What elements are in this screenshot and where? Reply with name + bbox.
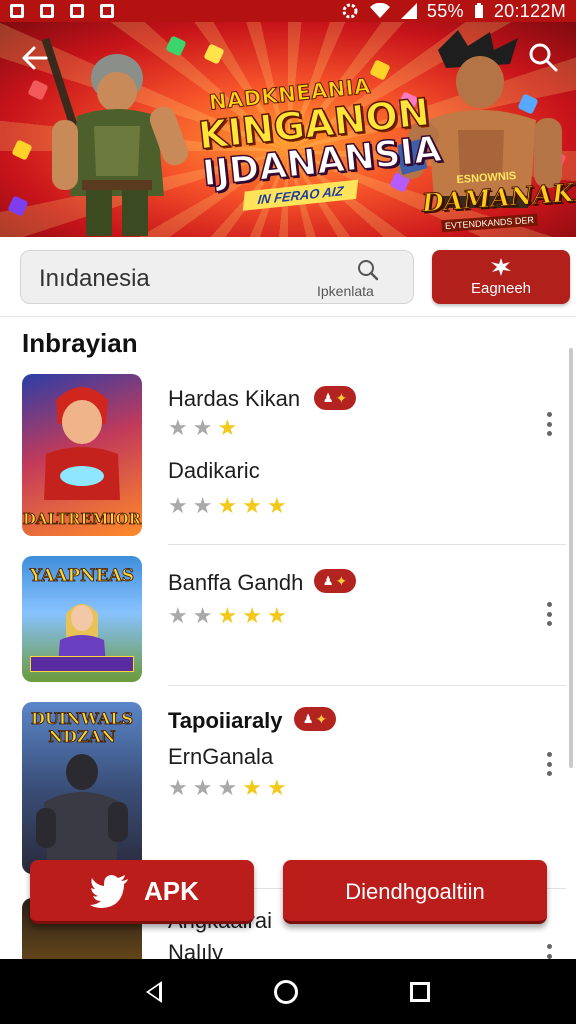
app-name: Hardas Kikan [168,386,301,411]
calendar-icon [70,4,84,18]
thumbnail-banner-strip [30,656,134,672]
download-button-label: Diendhgoaltiin [345,879,485,904]
app-badge: ♟ ✦ [314,386,356,410]
wifi-icon [369,3,390,18]
app-badge: ♟ ✦ [294,707,336,731]
row-divider [168,685,566,686]
app-name: Tapoiiaraly [168,708,283,733]
banner-game-logo: ESNOWNIS DAMANAKIA EVTENDKANDS DER [420,167,576,235]
banner-search-button[interactable] [526,40,560,74]
image-icon [40,4,54,18]
signal-icon [400,3,417,19]
settings-icon [342,3,358,19]
app-subtitle: ErnGanala [168,744,274,769]
rating-stars: ★ ★ ★ [168,418,237,440]
section-title: Inbrayian [22,328,138,358]
arrow-left-icon [22,46,48,70]
star-icon: ★ [242,604,262,629]
search-icon [529,43,558,72]
nav-back-icon[interactable] [146,980,162,1003]
nav-recents-icon[interactable] [410,981,430,1002]
app-thumbnail[interactable]: YAAPNEAS [22,556,142,682]
battery-percent: 55% [426,0,464,21]
battery-icon [474,3,483,18]
star-icon: ★ [192,416,213,441]
badge-sparkle-icon: ✦ [315,710,328,727]
list-item[interactable]: DUINWALS NDZAN Tapoiiaraly ♟ ✦ ErnGanala … [0,702,576,889]
badge-person-icon: ♟ [322,574,334,588]
star-icon: ★ [168,416,188,441]
sim-icon [100,4,114,18]
twitter-bird-icon [90,875,128,908]
list-item[interactable]: YAAPNEAS Banffa Gandh ♟ ✦ ★ ★ ★ ★ ★ [0,556,576,688]
badge-sparkle-icon: ✦ [335,572,348,589]
star-icon: ★ [266,494,287,519]
row-divider [168,544,566,545]
thumbnail-caption: DUINWALS NDZAN [30,709,134,746]
search-row: Inıdanesia Ipkenlata Eagneeh [0,237,576,317]
character-portrait [58,604,106,664]
system-nav-bar [0,959,576,1024]
status-bar-notification-icons [10,4,114,18]
star-burst-icon [491,258,511,276]
star-icon: ★ [266,604,287,629]
search-hint: Ipkenlata [317,283,374,299]
star-icon: ★ [192,494,213,519]
filter-action-label: Eagneeh [470,280,532,297]
star-icon: ★ [217,604,238,629]
app-thumbnail[interactable]: DUINWALS NDZAN [22,702,142,874]
download-button[interactable]: Diendhgoaltiin [283,860,547,924]
thumbnail-caption: DALTREMIOR [22,510,142,529]
hero-banner[interactable]: NADKNEANIA KINGANON IJDANANSIA IN FERAO … [0,22,576,237]
rating-stars: ★ ★ ★ ★ ★ [168,496,287,518]
clock: 20:122M [493,0,566,21]
more-options-icon[interactable] [544,412,554,436]
app-screen: 55% 20:122M NADKNEANIA KINGANON IJDANANS… [0,0,576,1024]
star-icon: ★ [168,604,188,629]
star-icon: ★ [266,776,287,801]
app-badge: ♟ ✦ [314,569,356,593]
rating-stars: ★ ★ ★ ★ ★ [168,778,287,800]
character-portrait [36,754,128,872]
character-portrait [44,387,120,500]
star-icon: ★ [168,776,188,801]
soldier-character-illustration [42,37,189,236]
nav-home-icon[interactable] [274,979,298,1004]
star-icon: ★ [217,776,238,801]
banner-title-block: NADKNEANIA KINGANON IJDANANSIA IN FERAO … [194,72,444,214]
apk-button-label: APK [144,876,199,906]
badge-person-icon: ♟ [302,712,314,726]
star-icon: ★ [242,776,262,801]
apk-download-button[interactable]: APK [30,860,254,924]
app-subtitle: Dadikaric [168,458,260,483]
badge-person-icon: ♟ [322,391,334,405]
star-icon: ★ [192,776,213,801]
thumbnail-caption: YAAPNEAS [29,566,135,587]
star-icon: ★ [217,416,238,441]
list-item[interactable]: DALTREMIOR Hardas Kikan ♟ ✦ ★ ★ ★ Dadikaric… [0,374,576,546]
search-input-value: Inıdanesia [39,265,150,292]
notification-icon [10,4,24,18]
status-bar: 55% 20:122M [0,0,576,22]
rating-stars: ★ ★ ★ ★ ★ [168,606,287,628]
more-options-icon[interactable] [544,752,554,776]
status-bar-system: 55% 20:122M [341,1,566,22]
badge-sparkle-icon: ✦ [335,389,348,406]
search-input[interactable]: Inıdanesia Ipkenlata [20,250,414,304]
star-icon: ★ [217,494,238,519]
star-icon: ★ [192,604,213,629]
filter-action-button[interactable]: Eagneeh [432,250,570,304]
more-options-icon[interactable] [544,602,554,626]
app-thumbnail[interactable]: DALTREMIOR [22,374,142,536]
star-icon: ★ [168,494,188,519]
search-icon[interactable] [357,259,379,281]
back-button[interactable] [16,40,52,76]
star-icon: ★ [242,494,262,519]
app-name: Banffa Gandh [168,570,304,595]
